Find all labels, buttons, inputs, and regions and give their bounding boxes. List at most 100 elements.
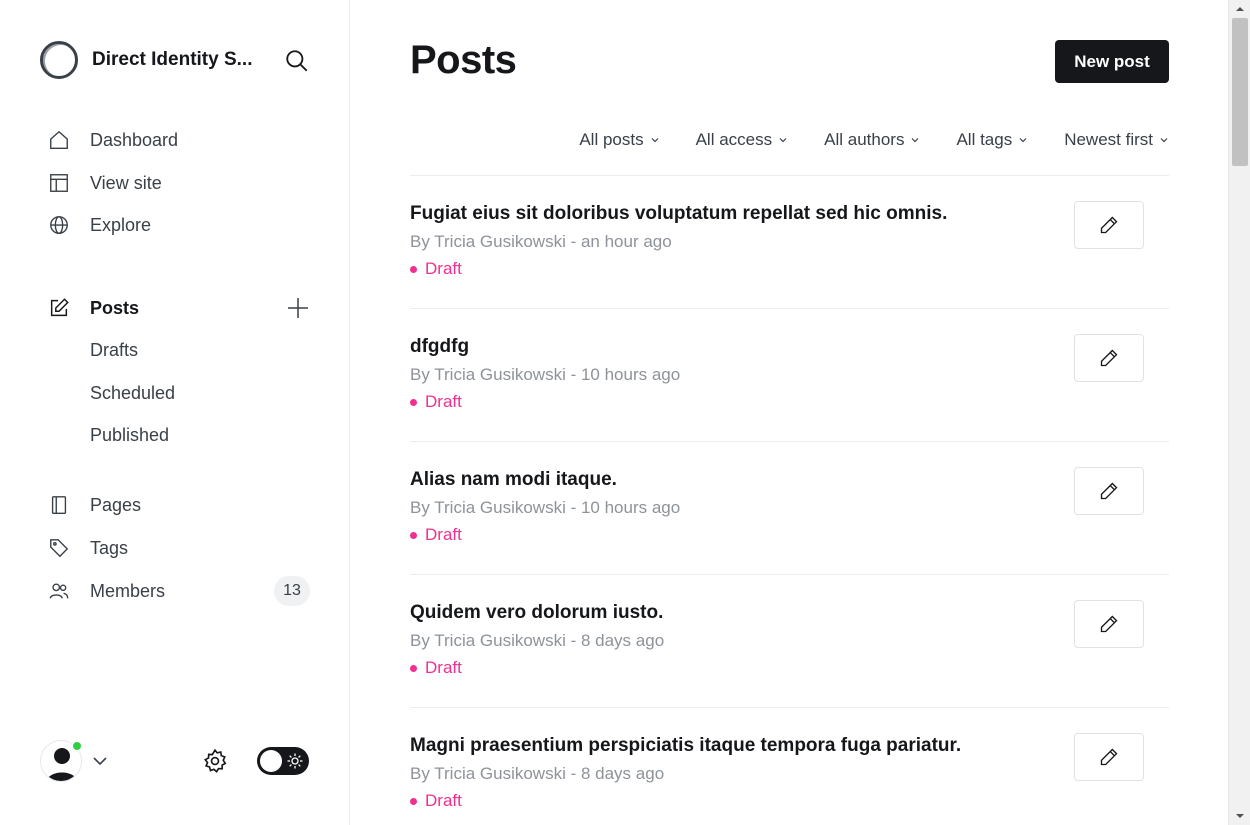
post-title[interactable]: Alias nam modi itaque. xyxy=(410,469,617,491)
chevron-down-icon xyxy=(1160,138,1168,143)
post-status-label: Draft xyxy=(425,392,462,411)
page-title: Posts xyxy=(410,38,517,82)
theme-toggle[interactable] xyxy=(257,747,309,775)
chevron-down-icon[interactable] xyxy=(92,753,108,769)
post-status-label: Draft xyxy=(425,791,462,810)
edit-post-button[interactable] xyxy=(1074,201,1144,249)
scroll-up-arrow-icon[interactable] xyxy=(1235,4,1245,14)
nav-scheduled[interactable]: Scheduled xyxy=(90,378,175,408)
members-count-badge: 13 xyxy=(274,576,310,606)
nav-dashboard[interactable]: Dashboard xyxy=(40,122,310,158)
scroll-down-arrow-icon[interactable] xyxy=(1235,811,1245,821)
post-row[interactable]: Alias nam modi itaque. By Tricia Gusikow… xyxy=(410,441,1169,574)
post-status: Draft xyxy=(410,392,462,412)
edit-posts-icon xyxy=(48,297,70,319)
home-icon xyxy=(48,129,70,151)
post-status: Draft xyxy=(410,525,462,545)
post-title[interactable]: Magni praesentium perspiciatis itaque te… xyxy=(410,735,961,757)
status-dot xyxy=(410,797,417,805)
chevron-down-icon xyxy=(779,138,787,143)
nav-explore[interactable]: Explore xyxy=(40,207,310,243)
post-meta: By Tricia Gusikowski - 8 days ago xyxy=(410,764,665,783)
nav-pages-label: Pages xyxy=(90,494,142,515)
post-row[interactable]: dfgdfg By Tricia Gusikowski - 10 hours a… xyxy=(410,308,1169,441)
post-status-label: Draft xyxy=(425,525,462,544)
chevron-down-icon xyxy=(912,138,919,143)
post-title[interactable]: dfgdfg xyxy=(410,336,469,358)
filter-authors[interactable]: All authors xyxy=(824,130,920,150)
filter-authors-label: All authors xyxy=(824,130,905,149)
post-status: Draft xyxy=(410,259,462,279)
nav-view-site-label: View site xyxy=(90,172,162,193)
post-title[interactable]: Fugiat eius sit doloribus voluptatum rep… xyxy=(410,203,947,225)
search-icon[interactable] xyxy=(284,48,310,74)
edit-post-button[interactable] xyxy=(1074,467,1144,515)
new-post-button[interactable]: New post xyxy=(1055,40,1169,83)
filter-sort-label: Newest first xyxy=(1064,130,1153,149)
nav-posts[interactable]: Posts xyxy=(40,290,310,326)
nav-dashboard-label: Dashboard xyxy=(90,129,179,150)
sidebar: Direct Identity S... Dashboard View site… xyxy=(0,0,350,825)
members-icon xyxy=(48,580,70,602)
post-meta: By Tricia Gusikowski - 8 days ago xyxy=(410,631,665,650)
gear-icon[interactable] xyxy=(202,748,228,774)
status-dot xyxy=(410,531,417,539)
nav-posts-label: Posts xyxy=(90,297,140,318)
nav-view-site[interactable]: View site xyxy=(40,165,310,201)
edit-post-button[interactable] xyxy=(1074,600,1144,648)
add-post-icon[interactable] xyxy=(286,296,310,320)
pages-icon xyxy=(48,494,70,516)
nav-published[interactable]: Published xyxy=(90,420,169,450)
sun-icon xyxy=(287,753,303,769)
online-status-indicator xyxy=(71,740,83,752)
post-meta: By Tricia Gusikowski - 10 hours ago xyxy=(410,365,681,384)
globe-icon xyxy=(48,214,70,236)
tag-icon xyxy=(48,537,70,559)
sidebar-footer xyxy=(40,740,310,782)
post-title[interactable]: Quidem vero dolorum iusto. xyxy=(410,602,663,624)
site-logo-icon xyxy=(40,41,78,79)
theme-toggle-knob xyxy=(260,750,282,772)
filter-type-label: All posts xyxy=(579,130,644,149)
edit-post-button[interactable] xyxy=(1074,334,1144,382)
filter-access-label: All access xyxy=(695,130,773,149)
filter-sort[interactable]: Newest first xyxy=(1064,130,1169,150)
layout-icon xyxy=(48,172,70,194)
pencil-icon xyxy=(1100,482,1118,500)
pencil-icon xyxy=(1100,615,1118,633)
post-row[interactable]: Fugiat eius sit doloribus voluptatum rep… xyxy=(410,175,1169,308)
pencil-icon xyxy=(1100,748,1118,766)
filter-tags[interactable]: All tags xyxy=(956,130,1028,150)
filter-access[interactable]: All access xyxy=(696,130,789,150)
nav-members[interactable]: Members 13 xyxy=(40,573,310,609)
nav-pages[interactable]: Pages xyxy=(40,487,310,523)
post-row[interactable]: Magni praesentium perspiciatis itaque te… xyxy=(410,707,1169,825)
site-brand[interactable]: Direct Identity S... xyxy=(40,40,310,80)
edit-post-button[interactable] xyxy=(1074,733,1144,781)
pencil-icon xyxy=(1100,216,1118,234)
post-status: Draft xyxy=(410,791,462,811)
post-meta: By Tricia Gusikowski - an hour ago xyxy=(410,232,672,251)
vertical-scrollbar[interactable] xyxy=(1228,0,1250,825)
status-dot xyxy=(410,398,417,406)
status-dot xyxy=(410,265,417,273)
post-filters: All posts All access All authors All tag… xyxy=(410,124,1169,156)
main-content: Posts New post All posts All access All … xyxy=(350,0,1228,825)
post-status: Draft xyxy=(410,658,462,678)
post-list: Fugiat eius sit doloribus voluptatum rep… xyxy=(410,175,1169,825)
pencil-icon xyxy=(1100,349,1118,367)
filter-tags-label: All tags xyxy=(956,130,1013,149)
nav-tags-label: Tags xyxy=(90,537,129,558)
nav-explore-label: Explore xyxy=(90,214,152,235)
nav-drafts[interactable]: Drafts xyxy=(90,335,138,365)
status-dot xyxy=(410,664,417,672)
post-status-label: Draft xyxy=(425,658,462,677)
nav-tags[interactable]: Tags xyxy=(40,530,310,566)
filter-type[interactable]: All posts xyxy=(579,130,659,150)
chevron-down-icon xyxy=(1019,138,1027,143)
post-status-label: Draft xyxy=(425,259,462,278)
nav-members-label: Members xyxy=(90,580,166,601)
scrollbar-thumb[interactable] xyxy=(1232,18,1248,166)
post-meta: By Tricia Gusikowski - 10 hours ago xyxy=(410,498,681,517)
post-row[interactable]: Quidem vero dolorum iusto. By Tricia Gus… xyxy=(410,574,1169,707)
